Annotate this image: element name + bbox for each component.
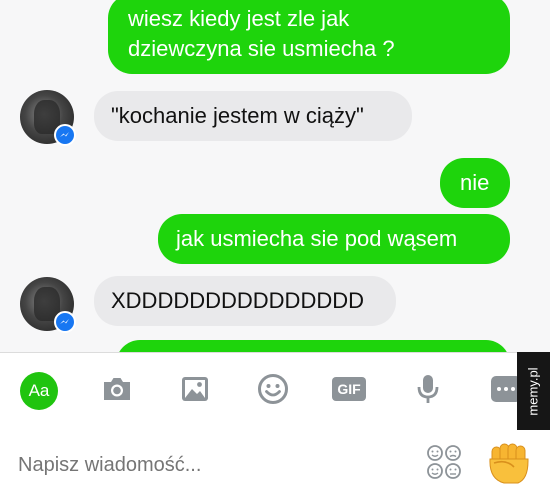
text-format-button[interactable]: Aa bbox=[20, 372, 58, 410]
message-input[interactable] bbox=[18, 450, 398, 480]
smiley-icon[interactable] bbox=[255, 371, 291, 407]
microphone-icon[interactable] bbox=[410, 371, 446, 407]
image-icon[interactable] bbox=[177, 371, 213, 407]
gif-icon[interactable]: GIF bbox=[329, 371, 369, 407]
outgoing-message: wiesz kiedy jest zle jak dziewczyna sie … bbox=[108, 0, 510, 74]
watermark: memy.pl bbox=[517, 352, 550, 430]
contact-avatar[interactable] bbox=[20, 90, 76, 146]
incoming-message: "kochanie jestem w ciąży" bbox=[94, 91, 412, 141]
emoji-icon[interactable] bbox=[424, 442, 464, 482]
outgoing-message: jak usmiecha sie pod wąsem bbox=[158, 214, 510, 264]
fist-emoji-send-button[interactable] bbox=[484, 437, 534, 489]
gif-label: GIF bbox=[332, 377, 366, 401]
watermark-text: memy.pl bbox=[526, 366, 541, 416]
outgoing-message: nie bbox=[440, 158, 510, 208]
message-thread: wiesz kiedy jest zle jak dziewczyna sie … bbox=[0, 0, 550, 352]
composer-toolbar: Aa GIF bbox=[0, 353, 521, 425]
incoming-message: XDDDDDDDDDDDDDDD bbox=[94, 276, 396, 326]
outgoing-message-partial bbox=[116, 340, 510, 352]
contact-avatar[interactable] bbox=[20, 277, 76, 333]
messenger-badge-icon bbox=[54, 311, 76, 333]
messenger-badge-icon bbox=[54, 124, 76, 146]
composer-row bbox=[0, 430, 550, 497]
camera-icon[interactable] bbox=[99, 371, 135, 407]
